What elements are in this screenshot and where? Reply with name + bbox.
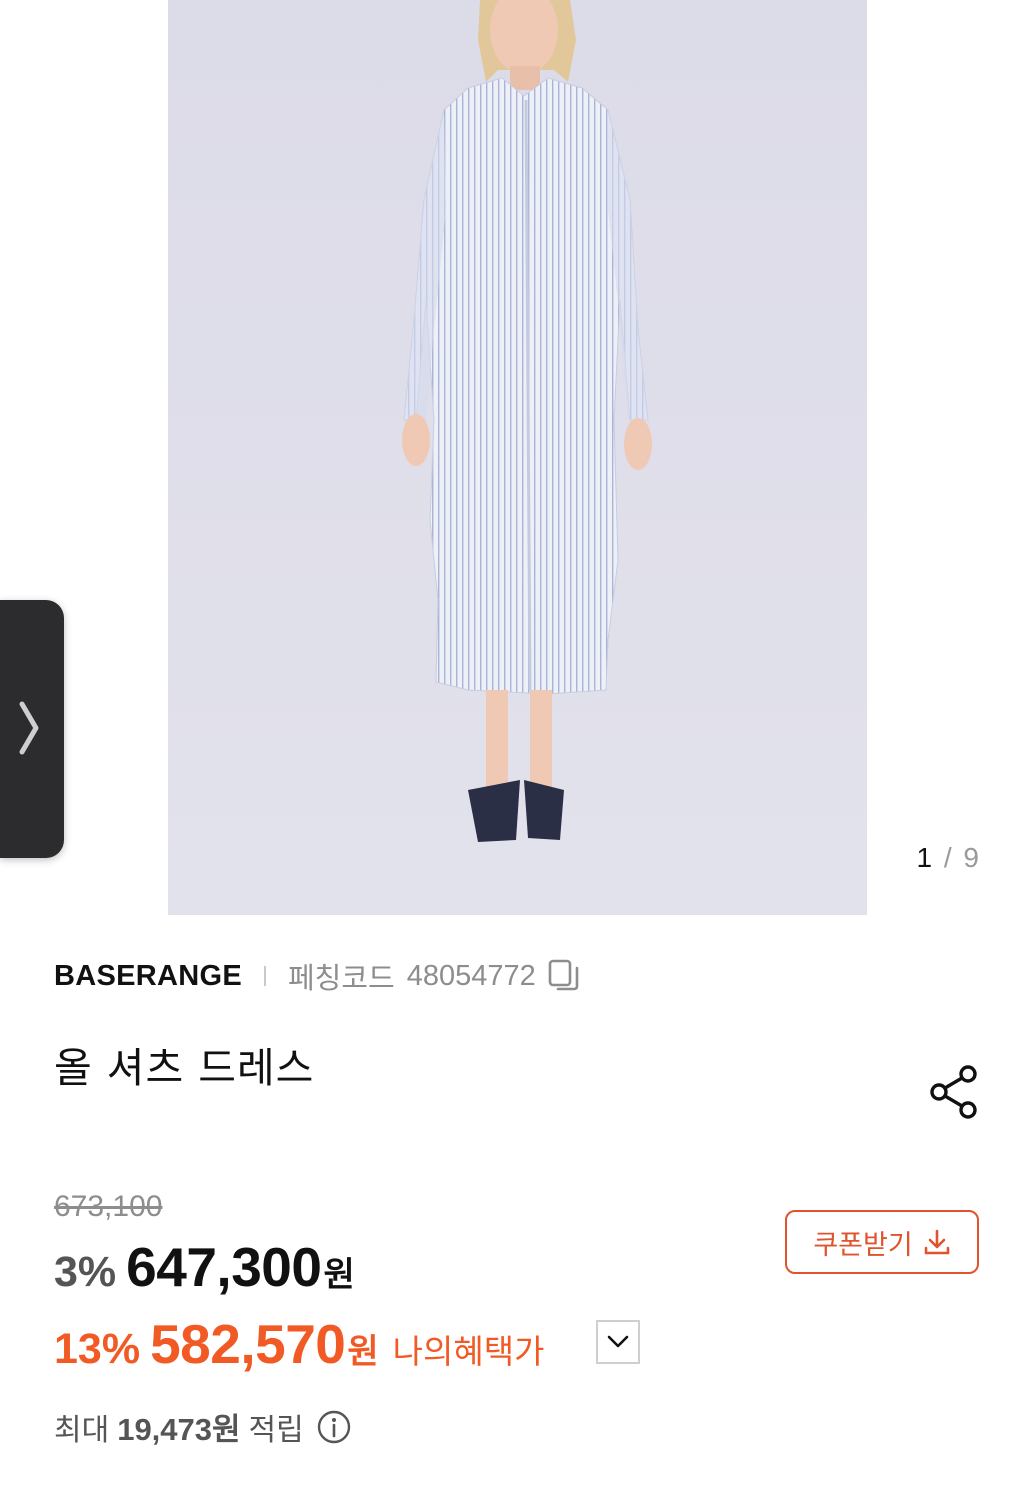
brand-name[interactable]: BASERANGE [54,960,242,993]
image-counter-separator: / [934,842,964,873]
product-gallery[interactable]: 1 / 9 [0,0,1035,915]
sale-discount-rate: 3% [54,1248,117,1296]
benefit-label: 나의혜택가 [392,1332,545,1371]
image-counter-total: 9 [963,842,981,873]
brand-row: BASERANGE 페칭코드 48054772 [54,955,580,997]
original-price: 673,100 [54,1190,163,1223]
points-row: 최대 19,473원 적립 [54,1404,352,1449]
chevron-down-icon [607,1335,629,1348]
product-title: 올 셔츠 드레스 [54,1044,315,1092]
copy-icon[interactable] [548,959,580,993]
sale-price-row: 3% 647,300 원 [54,1235,355,1299]
product-code-label: 페칭코드 [288,963,395,995]
chevron-right-icon [19,701,39,755]
benefit-price-row: 13% 582,570 원 나의혜택가 [54,1312,544,1376]
share-icon[interactable] [928,1064,982,1120]
coupon-button-label: 쿠폰받기 [813,1229,913,1261]
benefit-expand-button[interactable] [596,1320,640,1364]
sale-price: 647,300 [126,1236,322,1298]
download-icon [924,1229,949,1255]
sale-currency: 원 [323,1255,355,1295]
benefit-price: 582,570 [150,1313,346,1375]
benefit-currency: 원 [347,1332,379,1372]
benefit-discount-rate: 13% [54,1325,141,1373]
product-photo[interactable] [168,0,867,915]
points-prefix: 최대 [54,1412,110,1448]
divider [264,966,266,986]
points-suffix: 적립 [248,1412,304,1448]
image-counter: 1 / 9 [917,842,982,874]
product-code-value: 48054772 [406,959,536,992]
side-drawer-handle[interactable] [0,600,64,858]
coupon-download-button[interactable]: 쿠폰받기 [785,1210,979,1274]
info-icon[interactable] [316,1409,352,1445]
image-counter-current: 1 [916,842,935,873]
product-photo-illustration [168,0,867,915]
points-amount: 19,473원 [117,1412,241,1447]
